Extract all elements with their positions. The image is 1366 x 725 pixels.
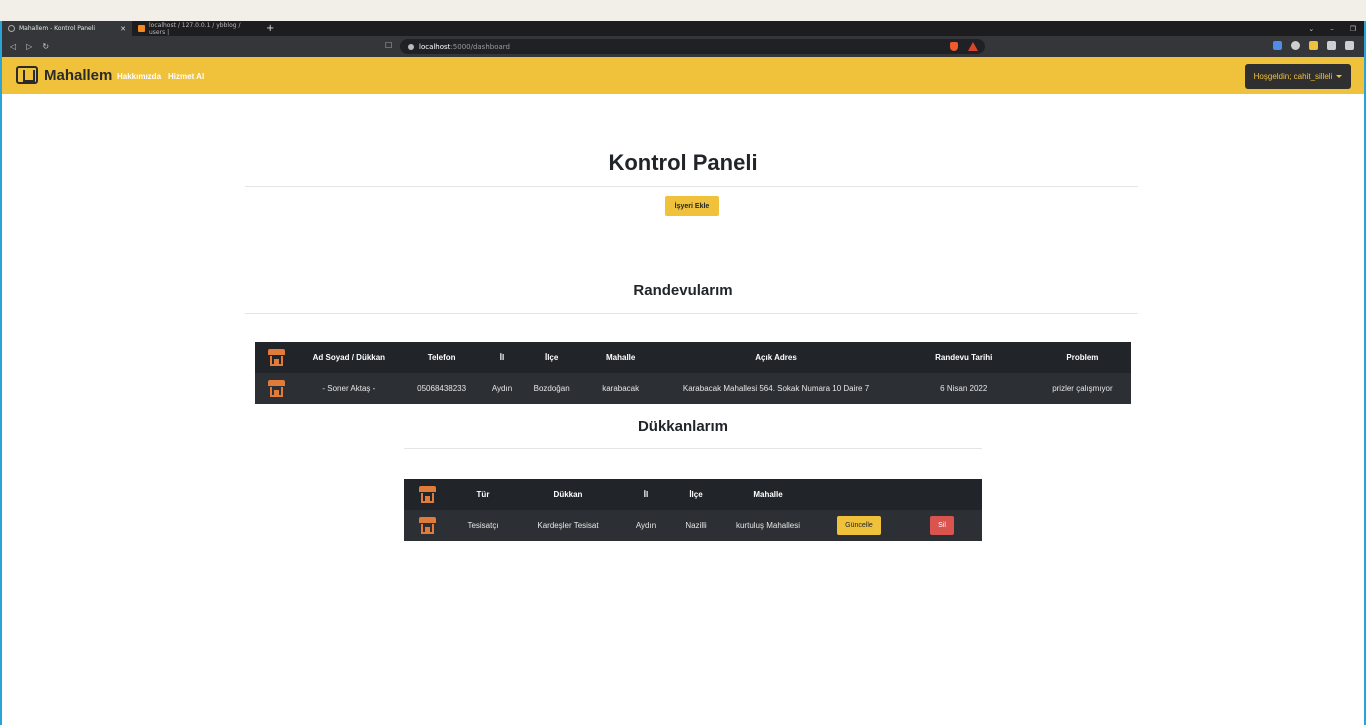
brave-rewards-icon[interactable] bbox=[968, 42, 978, 51]
tab-bar: Mahallem - Kontrol Paneli ✕ localhost / … bbox=[2, 21, 1364, 36]
column-header: Tür bbox=[450, 479, 516, 510]
brand-name: Mahallem bbox=[44, 66, 113, 84]
table-header-icon bbox=[255, 342, 299, 373]
maximize-icon[interactable]: ❐ bbox=[1350, 25, 1356, 33]
delete-cell: Sil bbox=[902, 510, 982, 541]
table-cell: Nazilli bbox=[685, 521, 707, 530]
table-cell: kurtuluş Mahallesi bbox=[735, 521, 801, 530]
column-header: Randevu Tarihi bbox=[893, 342, 1034, 373]
browser-tab[interactable]: localhost / 127.0.0.1 / ybblog / users | bbox=[132, 21, 260, 36]
divider bbox=[404, 448, 982, 449]
user-greeting: Hoşgeldin; cahit_silleli bbox=[1253, 72, 1333, 81]
table-cell: karabacak bbox=[602, 384, 640, 393]
table-cell: Karabacak Mahallesi 564. Sokak Numara 10… bbox=[682, 384, 870, 393]
forward-icon[interactable]: ▷ bbox=[26, 42, 32, 51]
table-cell: prizler çalışmıyor bbox=[1052, 384, 1113, 393]
table-row: Tesisatçı Kardeşler Tesisat Aydın Nazill… bbox=[404, 510, 982, 541]
table-cell: Tesisatçı bbox=[467, 521, 499, 530]
globe-icon bbox=[8, 25, 15, 32]
close-icon[interactable]: ✕ bbox=[120, 25, 126, 33]
appointments-title: Randevularım bbox=[633, 282, 733, 299]
extension-icon[interactable] bbox=[1291, 41, 1300, 50]
column-header: Problem bbox=[1033, 342, 1131, 373]
site-info-icon[interactable] bbox=[408, 43, 414, 50]
delete-button[interactable]: Sil bbox=[930, 516, 954, 535]
table-header-row: Ad Soyad / Dükkan Telefon İl İlçe Mahall… bbox=[255, 342, 1131, 373]
table-cell: Bozdoğan bbox=[533, 384, 570, 393]
chevron-down-icon[interactable]: ⌄ bbox=[1308, 25, 1314, 33]
row-icon-cell bbox=[404, 510, 450, 541]
page-title: Kontrol Paneli bbox=[608, 150, 758, 175]
address-bar-row: ◁ ▷ ↻ ☐ localhost:5000/dashboard bbox=[2, 36, 1364, 57]
store-icon bbox=[268, 349, 286, 366]
table-header-icon bbox=[404, 479, 450, 510]
browser-window: Mahallem - Kontrol Paneli ✕ localhost / … bbox=[0, 21, 1366, 725]
reload-icon[interactable]: ↻ bbox=[42, 42, 49, 51]
update-button[interactable]: Güncelle bbox=[837, 516, 881, 535]
store-icon bbox=[268, 380, 286, 397]
table-header-row: Tür Dükkan İl İlçe Mahalle bbox=[404, 479, 982, 510]
column-header: Mahalle bbox=[720, 479, 816, 510]
extensions bbox=[1273, 41, 1354, 50]
brave-shield-icon[interactable] bbox=[950, 42, 958, 51]
sidebar-icon[interactable] bbox=[1345, 41, 1354, 50]
table-row: - Soner Aktaş - 05068438233 Aydın Bozdoğ… bbox=[255, 373, 1131, 404]
store-icon bbox=[418, 517, 436, 534]
table-cell: Kardeşler Tesisat bbox=[537, 521, 599, 530]
column-header: İl bbox=[620, 479, 672, 510]
nav-link-hakkimizda[interactable]: Hakkımızda bbox=[117, 72, 161, 81]
store-icon bbox=[418, 486, 436, 503]
divider bbox=[245, 313, 1138, 314]
table-cell: 6 Nisan 2022 bbox=[940, 384, 988, 393]
tab-title: Mahallem - Kontrol Paneli bbox=[19, 25, 96, 32]
nav-links: Hakkımızda Hizmet Al bbox=[117, 72, 204, 81]
table-cell: Aydın bbox=[491, 384, 513, 393]
column-header: Telefon bbox=[399, 342, 484, 373]
phpmyadmin-icon bbox=[138, 25, 145, 32]
nav-link-hizmet-al[interactable]: Hizmet Al bbox=[168, 72, 204, 81]
url-field[interactable]: localhost:5000/dashboard bbox=[400, 39, 985, 54]
page-content: Kontrol Paneli İşyeri Ekle Randevularım … bbox=[2, 94, 1364, 725]
column-header: Açık Adres bbox=[658, 342, 894, 373]
column-header: İlçe bbox=[672, 479, 720, 510]
user-dropdown-button[interactable]: Hoşgeldin; cahit_silleli bbox=[1245, 64, 1351, 89]
column-header: İlçe bbox=[520, 342, 583, 373]
divider bbox=[245, 186, 1138, 187]
column-header: İl bbox=[483, 342, 521, 373]
table-cell: 05068438233 bbox=[417, 384, 467, 393]
column-header-empty bbox=[816, 479, 902, 510]
column-header: Ad Soyad / Dükkan bbox=[298, 342, 400, 373]
browser-tab-active[interactable]: Mahallem - Kontrol Paneli ✕ bbox=[2, 21, 132, 36]
shops-title: Dükkanlarım bbox=[637, 418, 729, 435]
column-header: Dükkan bbox=[516, 479, 620, 510]
extension-icon[interactable] bbox=[1309, 41, 1318, 50]
translate-icon[interactable] bbox=[1273, 41, 1282, 50]
column-header: Mahalle bbox=[582, 342, 659, 373]
nav-buttons: ◁ ▷ ↻ bbox=[2, 42, 122, 51]
caret-down-icon bbox=[1336, 75, 1343, 78]
puzzle-icon[interactable] bbox=[1327, 41, 1336, 50]
brand-link[interactable]: Mahallem bbox=[16, 66, 112, 84]
bookmark-icon[interactable]: ☐ bbox=[385, 41, 392, 50]
add-business-button[interactable]: İşyeri Ekle bbox=[665, 196, 719, 216]
back-icon[interactable]: ◁ bbox=[10, 42, 16, 51]
appointments-table: Ad Soyad / Dükkan Telefon İl İlçe Mahall… bbox=[255, 342, 1131, 404]
minimize-icon[interactable]: – bbox=[1330, 25, 1334, 33]
site-navbar: Mahallem Hakkımızda Hizmet Al Hoşgeldin;… bbox=[2, 57, 1364, 94]
table-cell: - Soner Aktaş - bbox=[322, 384, 376, 393]
tab-title: localhost / 127.0.0.1 / ybblog / users | bbox=[149, 21, 241, 36]
window-controls: ⌄ – ❐ bbox=[1308, 21, 1356, 36]
url-path: :5000/dashboard bbox=[450, 42, 510, 51]
update-cell: Güncelle bbox=[816, 510, 902, 541]
table-cell: Aydın bbox=[635, 521, 657, 530]
brand-logo-icon bbox=[16, 66, 38, 84]
row-icon-cell bbox=[255, 373, 298, 404]
url-host: localhost bbox=[419, 42, 451, 51]
new-tab-button[interactable]: + bbox=[260, 23, 280, 34]
shops-table: Tür Dükkan İl İlçe Mahalle Tesisatçı Kar… bbox=[404, 479, 982, 541]
column-header-empty bbox=[902, 479, 982, 510]
